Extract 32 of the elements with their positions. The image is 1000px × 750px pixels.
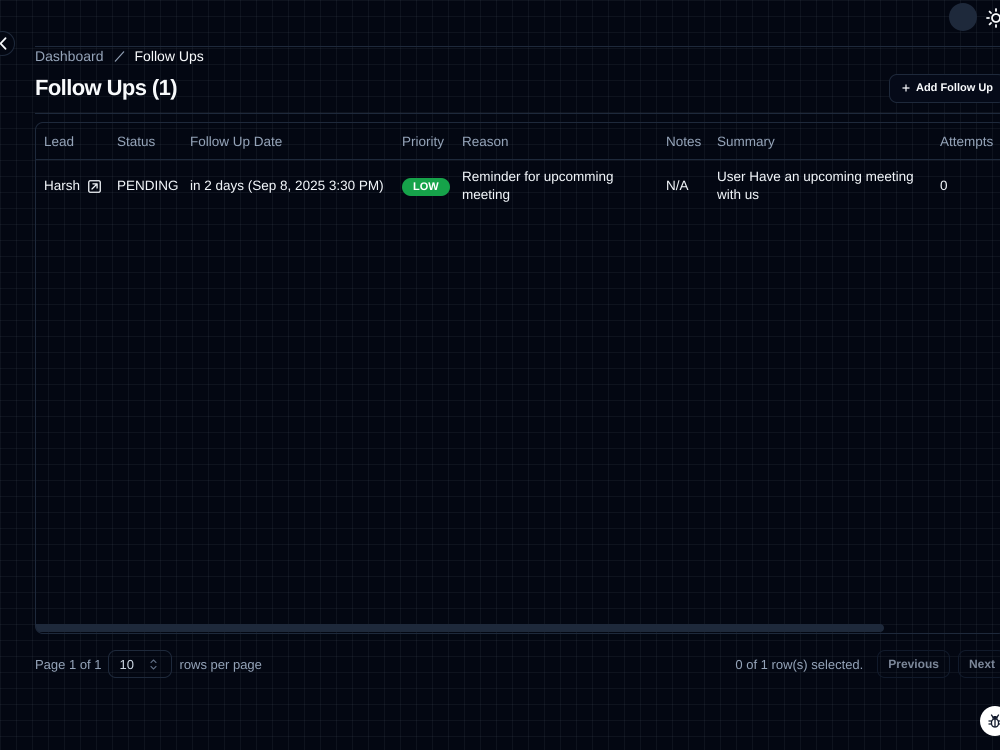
sun-icon[interactable] xyxy=(986,8,1000,28)
column-header: Notes xyxy=(658,123,709,160)
horizontal-scrollbar-thumb[interactable] xyxy=(36,624,884,632)
rows-per-page-label: rows per page xyxy=(180,656,262,672)
table-cell: in 2 days (Sep 8, 2025 3:30 PM) xyxy=(182,160,394,212)
chevron-left-icon xyxy=(0,37,7,50)
rows-per-page-select[interactable]: 10 xyxy=(108,650,172,678)
lead-link[interactable]: Harsh xyxy=(44,177,102,195)
column-header: Reason xyxy=(454,123,658,160)
slash-separator-icon xyxy=(114,50,124,62)
plus-icon xyxy=(902,84,910,92)
breadcrumb-link[interactable]: Dashboard xyxy=(35,47,104,65)
bug-icon xyxy=(987,713,1000,729)
add-follow-up-button[interactable]: Add Follow Up xyxy=(889,74,1000,102)
column-header: Status xyxy=(109,123,182,160)
table-cell: User Have an upcoming meeting with us xyxy=(709,160,932,212)
chevron-up-down-icon xyxy=(150,658,156,670)
external-link-icon xyxy=(88,180,102,192)
page-title: Follow Ups (1) xyxy=(35,74,177,102)
column-header: Priority xyxy=(394,123,454,160)
page-info: Page 1 of 1 xyxy=(35,656,102,672)
column-header: Follow Up Date xyxy=(182,123,394,160)
table-cell: 0 xyxy=(932,160,1000,212)
table-cell: Reminder for upcomming meeting xyxy=(454,160,658,212)
column-header: Lead xyxy=(36,123,109,160)
table-cell: N/A xyxy=(658,160,709,212)
table-cell: PENDING xyxy=(109,160,182,212)
column-header: Summary xyxy=(709,123,932,160)
column-header: Attempts xyxy=(932,123,1000,160)
selection-info: 0 of 1 row(s) selected. xyxy=(735,656,864,672)
breadcrumb-current-page: Follow Ups xyxy=(134,47,204,65)
priority-badge: LOW xyxy=(402,178,450,196)
